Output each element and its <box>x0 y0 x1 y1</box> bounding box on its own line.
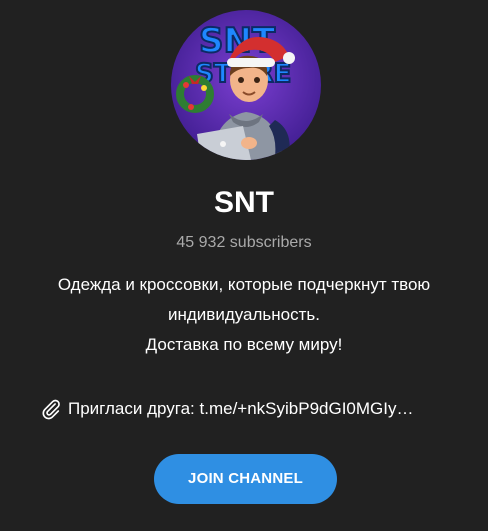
invite-link-text[interactable]: Пригласи друга: t.me/+nkSyibP9dGI0MGIy… <box>68 398 414 420</box>
description-line: Одежда и кроссовки, которые подчеркнут т… <box>57 275 431 294</box>
channel-avatar[interactable]: SNT STORE <box>171 10 321 160</box>
channel-title: SNT <box>214 186 274 219</box>
subscriber-count: 45 932 subscribers <box>176 234 312 251</box>
description-line: Доставка по всему миру! <box>145 335 343 354</box>
channel-page: SNT STORE <box>0 0 488 531</box>
join-channel-button[interactable]: JOIN CHANNEL <box>154 454 337 504</box>
description-line: индивидуальность. <box>168 305 320 324</box>
avatar-illustration: SNT STORE <box>171 10 321 160</box>
paperclip-icon <box>40 398 62 420</box>
channel-description: Одежда и кроссовки, которые подчеркнут т… <box>0 270 488 360</box>
invite-link-row[interactable]: Пригласи друга: t.me/+nkSyibP9dGI0MGIy… <box>40 398 470 420</box>
